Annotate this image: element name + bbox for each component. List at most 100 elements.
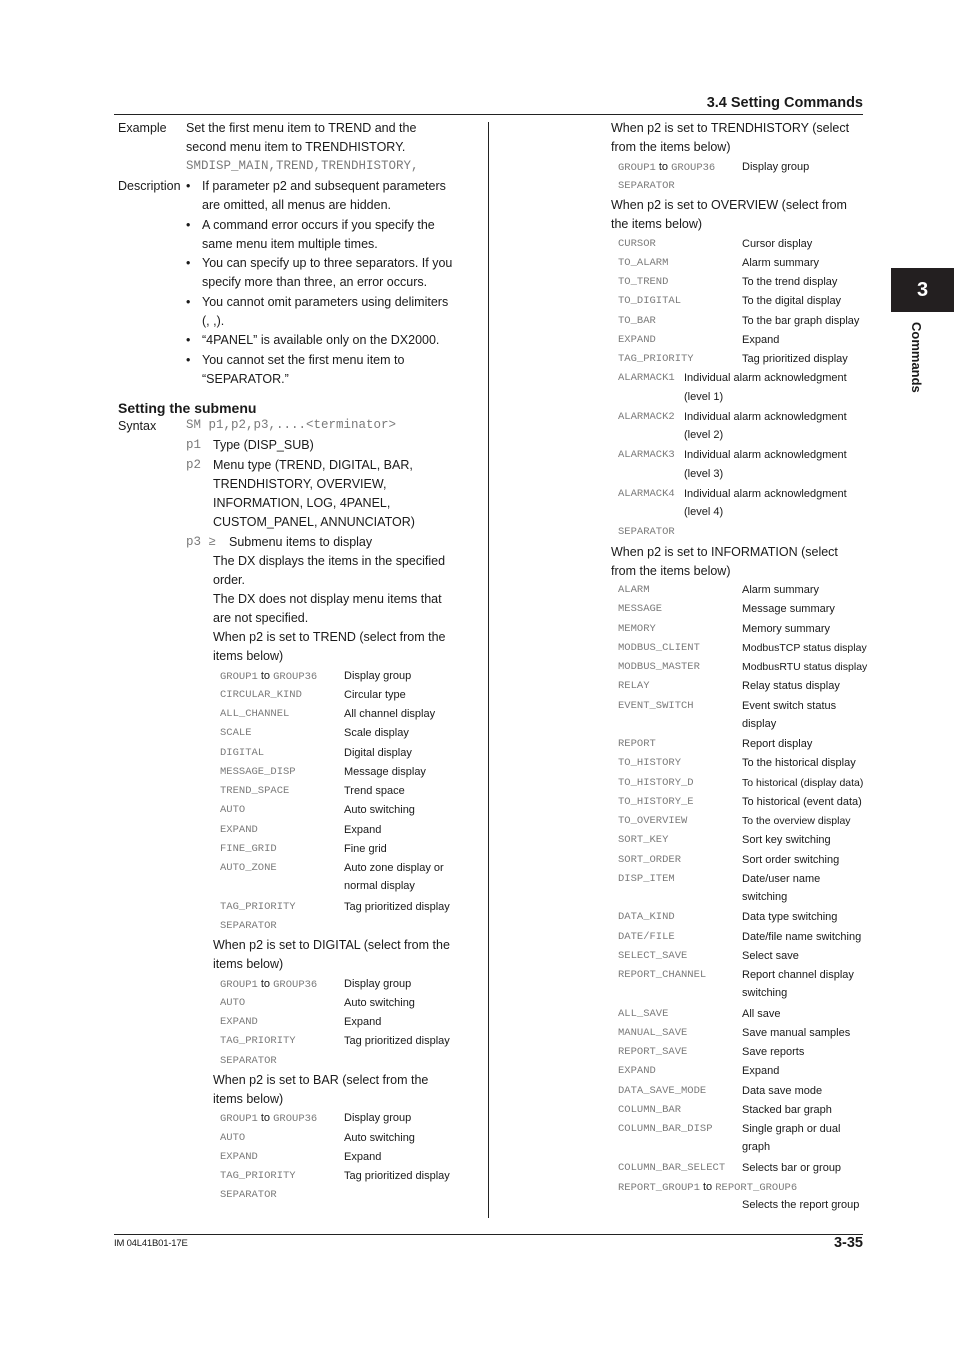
option-key: DISP_ITEM [618, 872, 675, 885]
table-intro: items below) [213, 957, 284, 972]
option-key: ALL_CHANNEL [220, 708, 290, 720]
option-description: Selects bar or group [742, 1161, 842, 1174]
option-description: Message summary [742, 603, 835, 616]
chapter-label-text: Commands [909, 322, 924, 393]
param-p3-name: p3 ≥ [186, 535, 217, 549]
option-description: To the trend display [742, 276, 838, 288]
option-description: Individual alarm acknowledgment [684, 372, 847, 385]
option-key: SEPARATOR [220, 919, 277, 932]
option-description-cont: normal display [344, 880, 415, 893]
table-intro: When p2 is set to DIGITAL (select from t… [213, 938, 450, 952]
option-key: EXPAND [618, 333, 656, 346]
option-key: AUTO [220, 1131, 246, 1144]
column-divider [488, 122, 489, 1218]
option-description: Single graph or dual [742, 1123, 841, 1135]
option-description: Expand [742, 333, 780, 346]
option-key: EXPAND [220, 1016, 258, 1028]
option-key: TO_HISTORY [618, 757, 682, 770]
option-description: Display group [344, 669, 412, 682]
option-key: MODBUS_CLIENT [618, 641, 700, 654]
option-description: Tag prioritized display [344, 1170, 450, 1182]
param-p3-text: Submenu items to display [229, 535, 373, 549]
table-intro: from the items below) [611, 140, 731, 155]
param-p3-line: are not specified. [213, 611, 309, 625]
option-key: RELAY [618, 680, 650, 693]
option-description: Tag prioritized display [344, 1035, 450, 1048]
bullet-dot-icon: • [186, 294, 191, 309]
option-description-cont: switching [742, 987, 788, 1000]
option-key: ALARM [618, 584, 650, 596]
option-description: Date/file name switching [742, 930, 862, 943]
option-key: CURSOR [618, 237, 656, 250]
option-key: GROUP1 to GROUP36 [220, 669, 318, 683]
option-key: REPORT [618, 738, 656, 750]
bullet-dot-icon: • [186, 352, 191, 367]
option-description: Memory summary [742, 622, 831, 635]
table-intro: items below) [213, 649, 284, 664]
option-description: Relay status display [742, 680, 840, 693]
example-label: Example [118, 121, 167, 135]
option-description: Tag prioritized display [344, 900, 450, 913]
option-description: Save reports [742, 1046, 805, 1058]
bullet-text: You cannot omit parameters using delimit… [202, 294, 449, 328]
param-p1-name: p1 [186, 438, 202, 452]
option-key: MESSAGE [618, 603, 663, 616]
param-p2-line: TRENDHISTORY, OVERVIEW, [213, 477, 387, 491]
option-key: EVENT_SWITCH [618, 699, 694, 712]
option-description: Expand [344, 1016, 382, 1028]
option-description: Expand [344, 823, 382, 836]
option-key: TAG_PRIORITY [618, 353, 694, 365]
option-description: Expand [344, 1150, 382, 1163]
example-line-1: Set the first menu item to TREND and the [186, 121, 417, 135]
option-description: Sort key switching [742, 834, 831, 847]
description-label: Description [118, 179, 181, 193]
option-key: SEPARATOR [618, 179, 675, 192]
option-key: SEPARATOR [618, 526, 675, 539]
option-key: EXPAND [618, 1065, 656, 1078]
option-key: SEPARATOR [220, 1054, 277, 1067]
option-key: TO_HISTORY_E [618, 795, 694, 808]
option-key: MODBUS_MASTER [618, 661, 700, 673]
option-description: To the historical display [742, 757, 856, 770]
option-key: DATA_KIND [618, 911, 675, 924]
option-key: DIGITAL [220, 746, 265, 759]
option-description: Digital display [344, 746, 412, 759]
param-p1-text: Type (DISP_SUB) [213, 438, 314, 452]
option-description: Individual alarm acknowledgment [684, 449, 847, 462]
option-description: Stacked bar graph [742, 1103, 832, 1116]
option-description: ModbusRTU status display [742, 661, 868, 673]
option-description-cont: (level 1) [684, 390, 724, 403]
option-key: REPORT_GROUP1 to REPORT_GROUP6 [618, 1180, 798, 1194]
option-description: All channel display [344, 708, 436, 720]
option-description: Report channel display [742, 969, 854, 981]
option-description-cont: switching [742, 891, 788, 903]
option-key: TREND_SPACE [220, 785, 290, 797]
chapter-tab[interactable]: 3 [891, 268, 954, 312]
option-key: TO_DIGITAL [618, 295, 682, 308]
option-key: AUTO_ZONE [220, 862, 277, 874]
option-key: SELECT_SAVE [618, 949, 688, 962]
header-rule [114, 114, 863, 115]
syntax-code: SM p1,p2,p3,....<terminator> [186, 418, 397, 432]
bullet-text: If parameter p2 and subsequent parameter… [202, 179, 446, 213]
option-key: ALARMACK2 [618, 410, 675, 423]
example-line-2: second menu item to TRENDHISTORY. [186, 140, 406, 154]
option-description-cont: (level 3) [684, 467, 724, 480]
option-key: SORT_KEY [618, 834, 669, 847]
bullet-text: “4PANEL” is available only on the DX2000… [202, 333, 440, 348]
table-intro: When p2 is set to OVERVIEW (select from [611, 198, 847, 212]
option-key: MESSAGE_DISP [220, 765, 296, 778]
table-intro: When p2 is set to INFORMATION (select [611, 544, 838, 559]
bullet-text: You can specify up to three separators. … [202, 256, 453, 290]
option-key: EXPAND [220, 1150, 258, 1163]
option-description: Alarm summary [742, 256, 820, 269]
option-description: Display group [742, 160, 810, 173]
option-description: Trend space [344, 785, 405, 797]
option-description: To historical (event data) [742, 795, 862, 808]
chapter-tab-label: Commands [906, 322, 926, 412]
param-p3-line: The DX does not display menu items that [213, 592, 442, 606]
chapter-number: 3 [916, 278, 929, 301]
option-key: COLUMN_BAR_DISP [618, 1123, 713, 1135]
option-description-cont: graph [742, 1141, 771, 1154]
option-key: AUTO [220, 804, 246, 817]
